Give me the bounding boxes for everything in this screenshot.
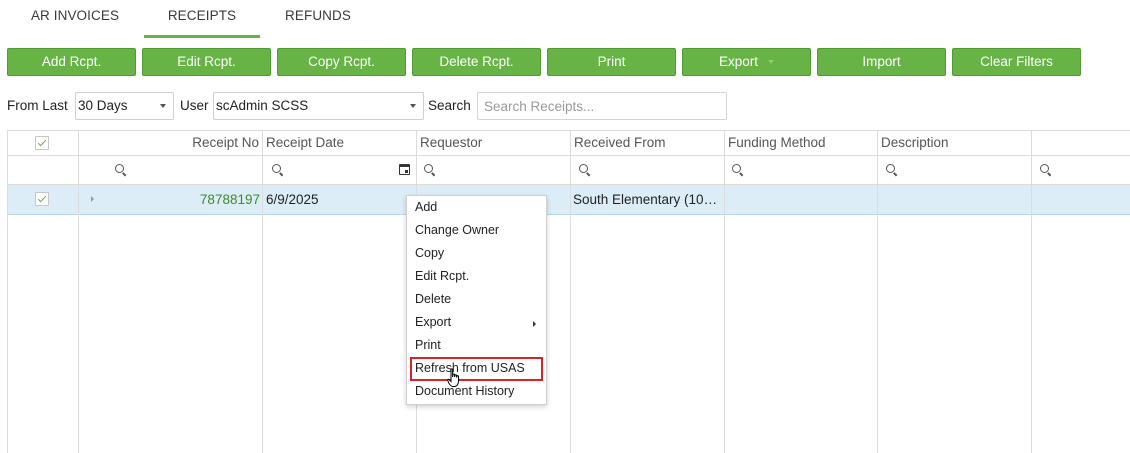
table-row[interactable] [725,185,877,215]
header-receipt-date[interactable]: Receipt Date [263,130,416,156]
menu-item-print[interactable]: Print [407,334,546,357]
user-label: User [180,98,209,113]
export-button-label: Export [718,54,759,69]
hand-cursor-icon [447,368,459,387]
search-label: Search [428,98,471,113]
tab-receipts[interactable]: RECEIPTS [144,0,260,38]
header-extra[interactable] [1032,130,1130,156]
header-requestor[interactable]: Requestor [417,130,570,156]
header-select-all [8,130,78,156]
delete-receipt-button[interactable]: Delete Rcpt. [412,48,541,76]
search-icon[interactable] [424,164,436,176]
header-description[interactable]: Description [878,130,1031,156]
receipt-no-link[interactable]: 78788197 [200,192,260,207]
search-icon[interactable] [272,164,284,176]
header-received-from[interactable]: Received From [571,130,724,156]
search-icon[interactable] [886,164,898,176]
filter-cell[interactable] [79,156,262,185]
search-icon[interactable] [115,164,127,176]
search-icon[interactable] [732,164,744,176]
expand-row-icon[interactable] [91,196,94,202]
user-select[interactable]: scAdmin SCSS [213,92,424,120]
header-receipt-no[interactable]: Receipt No [79,130,262,156]
column-funding-method: Funding Method [725,130,878,453]
menu-item-copy[interactable]: Copy [407,242,546,265]
filter-cell[interactable] [878,156,1031,185]
select-column [8,130,79,453]
tab-ar-invoices[interactable]: AR INVOICES [16,0,134,38]
import-button[interactable]: Import [817,48,946,76]
calendar-icon[interactable] [399,164,410,175]
table-row[interactable]: 78788197 [79,185,262,215]
clear-filters-button[interactable]: Clear Filters [952,48,1081,76]
table-row[interactable] [878,185,1031,215]
received-from-cell: South Elementary (10… [573,192,718,207]
menu-item-add[interactable]: Add [407,196,546,219]
column-received-from: Received From South Elementary (10… [571,130,725,453]
menu-item-document-history[interactable]: Document History [407,380,546,403]
row-checkbox[interactable] [35,192,49,206]
column-description: Description [878,130,1032,453]
table-row[interactable]: South Elementary (10… [571,185,724,215]
copy-receipt-button[interactable]: Copy Rcpt. [277,48,406,76]
search-icon[interactable] [1040,164,1052,176]
menu-item-edit-receipt[interactable]: Edit Rcpt. [407,265,546,288]
chevron-down-icon [768,60,775,65]
table-row[interactable]: 6/9/2025 [263,185,416,215]
edit-receipt-button[interactable]: Edit Rcpt. [142,48,271,76]
menu-item-export[interactable]: Export [407,311,546,334]
tab-bar: AR INVOICES RECEIPTS REFUNDS [0,0,1130,38]
filter-cell[interactable] [1032,156,1130,185]
search-icon[interactable] [579,164,591,176]
menu-item-delete[interactable]: Delete [407,288,546,311]
from-last-value: 30 Days [78,98,128,113]
column-extra [1032,130,1130,453]
menu-item-export-label: Export [415,315,452,329]
receipt-date-cell: 6/9/2025 [266,192,319,207]
select-all-checkbox[interactable] [35,136,49,150]
print-button[interactable]: Print [547,48,676,76]
from-last-label: From Last [7,98,68,113]
from-last-select[interactable]: 30 Days [75,92,174,120]
filter-cell[interactable] [725,156,877,185]
table-row[interactable] [8,185,78,215]
user-value: scAdmin SCSS [216,98,309,113]
add-receipt-button[interactable]: Add Rcpt. [7,48,136,76]
menu-item-change-owner[interactable]: Change Owner [407,219,546,242]
filter-bar: From Last 30 Days User scAdmin SCSS Sear… [0,92,1130,120]
search-input[interactable] [477,92,727,120]
filter-cell[interactable] [571,156,724,185]
receipts-grid: Receipt No 78788197 Receipt Date 6/9/202… [7,130,1130,453]
chevron-right-icon [533,321,536,327]
filter-cell[interactable] [417,156,570,185]
filter-cell[interactable] [263,156,416,185]
table-row[interactable] [1032,185,1130,215]
menu-item-refresh-from-usas[interactable]: Refresh from USAS [410,357,543,381]
tab-refunds[interactable]: REFUNDS [268,0,368,38]
filter-cell [8,156,78,185]
column-receipt-date: Receipt Date 6/9/2025 [263,130,417,453]
header-funding-method[interactable]: Funding Method [725,130,877,156]
chevron-down-icon [160,104,166,108]
column-receipt-no: Receipt No 78788197 [79,130,263,453]
context-menu: Add Change Owner Copy Edit Rcpt. Delete … [406,195,547,405]
chevron-down-icon [410,104,416,108]
export-button[interactable]: Export [682,48,811,76]
